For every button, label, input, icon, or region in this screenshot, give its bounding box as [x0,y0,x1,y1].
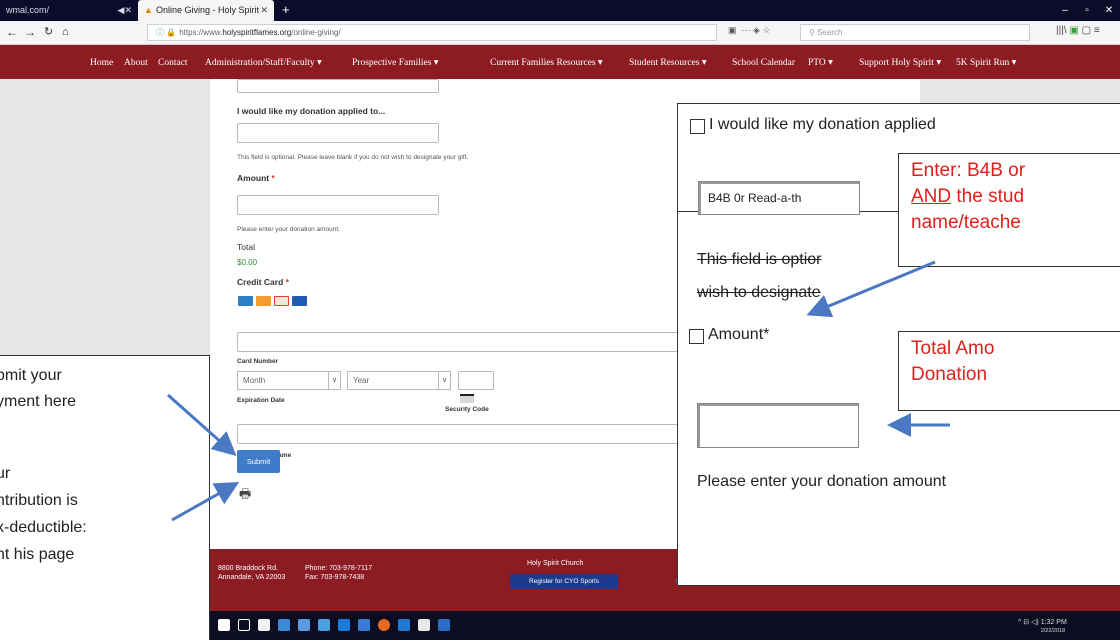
credit-card-label: Credit Card * [237,277,289,287]
word-icon[interactable] [438,619,450,631]
total-value: $0.00 [237,258,258,267]
expiration-label: Expiration Date [237,397,285,404]
mastercard-icon [274,296,289,306]
amount-callout: Total Amo Donation [898,331,1120,411]
browser-tab-bar: wmal.com/ ◀✕ ▲ Online Giving - Holy Spiri… [0,0,1120,36]
system-tray: ^ ⊟ ◁) 1:32 PM 2/22/2018 [1018,619,1067,635]
zoom-designation-label: I would like my donation applied [709,116,936,133]
minimize-icon[interactable]: – [1054,0,1076,21]
tab-close-icon[interactable]: ✕ [260,0,268,21]
zoom-help-line2: wish to designate [697,284,821,301]
card-number-label: Card Number [237,358,279,365]
explorer-icon[interactable] [278,619,290,631]
tray-icons[interactable]: ^ ⊟ ◁) [1018,619,1041,626]
designation-label: I would like my donation applied to... [237,106,386,116]
tab-audio-close-icon[interactable]: ◀✕ [118,0,132,21]
app-icon[interactable] [298,619,310,631]
total-label: Total [237,242,255,252]
amex-card-icon [238,296,253,306]
nav-current-families[interactable]: Current Families Resources ▾ [490,45,603,81]
zoom-amount-label: Amount* [708,326,770,343]
amount-label: Amount * [237,173,275,183]
close-window-icon[interactable]: ✕ [1098,0,1120,21]
nav-student-resources[interactable]: Student Resources ▾ [629,45,707,81]
task-view-icon[interactable] [238,619,250,631]
window-controls: – ▫ ✕ [1054,0,1120,21]
store-icon[interactable] [258,619,270,631]
home-icon[interactable]: ⌂ [62,24,69,40]
zoom-checkbox [690,119,705,134]
toolbar-extension-icons[interactable]: |||\ ▣ ▢ ≡ [1056,25,1100,36]
card-number-input[interactable] [237,332,707,352]
app-icon[interactable] [318,619,330,631]
new-tab-button[interactable]: + [282,0,290,20]
ie-icon[interactable] [398,619,410,631]
mail-icon[interactable] [418,619,430,631]
zoom-designation-input: B4B 0r Read-a-th [698,181,860,215]
edge-icon[interactable] [338,619,350,631]
card-back-icon [460,394,474,403]
site-nav-bar: Home About Contact Administration/Staff/… [0,45,1120,79]
security-code-label: Security Code [445,406,489,413]
print-icon[interactable]: 🖶 [239,485,251,507]
designation-callout: Enter: B4B or AND the stud name/teache [898,153,1120,267]
search-icon: ⚲ [809,28,818,37]
forward-icon[interactable]: → [24,24,36,40]
start-icon[interactable] [218,619,230,631]
designation-help: This field is optional. Please leave bla… [237,154,469,161]
footer-church: Holy Spirit Church [527,560,584,567]
expiration-month-select[interactable]: Month ∨ [237,371,341,390]
designation-input[interactable] [237,123,439,143]
tab-online-giving[interactable]: ▲Online Giving - Holy Spirit Sch ✕ [138,0,274,36]
footer-contact: Phone: 703-978-7117 Fax: 703-978-7438 [305,565,373,581]
nav-prospective-families[interactable]: Prospective Families ▾ [352,45,439,81]
security-code-input[interactable] [458,371,494,390]
zoom-checkbox [689,329,704,344]
nav-administration[interactable]: Administration/Staff/Faculty ▾ [205,45,322,81]
calculator-icon[interactable] [358,619,370,631]
firefox-icon[interactable] [378,619,390,631]
visa-card-icon [292,296,307,306]
zoom-amount-input [697,403,859,448]
nav-home[interactable]: Home [90,45,113,81]
site-favicon-icon: ▲ [144,5,153,15]
discover-card-icon [256,296,271,306]
instructions-callout: bmit your yment here ur ntribution is x-… [0,355,210,640]
chevron-down-icon: ∨ [438,372,450,389]
submit-button[interactable]: Submit [237,450,280,473]
amount-input[interactable] [237,195,439,215]
left-sidebar-area [0,79,210,379]
footer-address: 8800 Braddock Rd. Annandale, VA 22003 [218,565,286,581]
windows-taskbar: ^ ⊟ ◁) 1:32 PM 2/22/2018 [210,611,1120,640]
chevron-down-icon: ∨ [328,372,340,389]
expiration-year-select[interactable]: Year ∨ [347,371,451,390]
nav-about[interactable]: About [124,45,148,81]
browser-toolbar: ← → ↻ ⌂ ⓘ 🔒 https://www.holyspiritflames.… [0,21,1120,45]
page-actions-icons[interactable]: ▣ ··· ◈ ☆ [728,25,771,36]
zoom-amount-help: Please enter your donation amount [697,473,947,490]
previous-field-input[interactable] [237,79,439,93]
search-input[interactable]: ⚲ Search [800,24,1030,41]
cardholder-name-input[interactable] [237,424,707,444]
register-cyo-button[interactable]: Register for CYO Sports [510,574,618,589]
nav-school-calendar[interactable]: School Calendar [732,45,795,81]
nav-pto[interactable]: PTO ▾ [808,45,833,81]
nav-support-holy-spirit[interactable]: Support Holy Spirit ▾ [859,45,941,81]
address-bar[interactable]: ⓘ 🔒 https://www.holyspiritflames.org/onli… [147,24,717,41]
maximize-icon[interactable]: ▫ [1076,0,1098,21]
tab-title: wmal.com/ [6,5,50,15]
nav-5k-spirit-run[interactable]: 5K Spirit Run ▾ [956,45,1016,81]
zoom-help-line1: This field is optior [697,251,822,268]
clock: 1:32 PM 2/22/2018 [1040,619,1067,634]
tab-wmal[interactable]: wmal.com/ ◀✕ [0,0,138,21]
reload-icon[interactable]: ↻ [44,24,53,40]
info-lock-icon: ⓘ 🔒 [156,28,177,37]
back-icon[interactable]: ← [6,24,18,40]
nav-contact[interactable]: Contact [158,45,188,81]
amount-help: Please enter your donation amount. [237,226,340,233]
